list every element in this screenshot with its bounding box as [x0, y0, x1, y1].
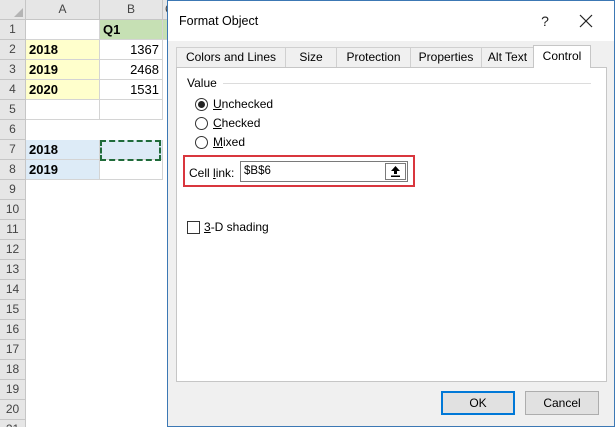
- tab-protection[interactable]: Protection: [336, 47, 411, 68]
- cell-b7[interactable]: [100, 160, 163, 180]
- cell-b6[interactable]: [100, 140, 163, 160]
- 3d-shading-option[interactable]: 3-D shading: [187, 219, 269, 235]
- row-header-20[interactable]: 20: [0, 400, 26, 420]
- control-tab-panel: Value Unchecked Checked Mixed Cell link:…: [176, 67, 607, 382]
- 3d-shading-checkbox[interactable]: [187, 220, 200, 234]
- row-header-12[interactable]: 12: [0, 240, 26, 260]
- radio-mixed[interactable]: Mixed: [195, 133, 245, 151]
- radio-unchecked-label: Unchecked: [213, 97, 274, 111]
- group-divider: [223, 83, 591, 84]
- column-header-a[interactable]: A: [26, 0, 100, 20]
- tab-control[interactable]: Control: [533, 45, 591, 68]
- radio-checked[interactable]: Checked: [195, 114, 260, 132]
- radio-checked-button[interactable]: [195, 116, 208, 130]
- radio-unchecked[interactable]: Unchecked: [195, 95, 273, 113]
- cell-b3[interactable]: 2468: [100, 60, 163, 80]
- dialog-title: Format Object: [179, 14, 259, 28]
- row-header-5[interactable]: 5: [0, 100, 26, 120]
- row-header-18[interactable]: 18: [0, 360, 26, 380]
- row-header-10[interactable]: 10: [0, 200, 26, 220]
- cell-a6[interactable]: 2018: [26, 140, 100, 160]
- tab-size[interactable]: Size: [285, 47, 337, 68]
- row-header-17[interactable]: 17: [0, 340, 26, 360]
- row-header-8[interactable]: 8: [0, 160, 26, 180]
- title-bar[interactable]: Format Object ?: [168, 1, 614, 41]
- row-header-21[interactable]: 21: [0, 420, 26, 427]
- row-header-7[interactable]: 7: [0, 140, 26, 160]
- select-all-corner[interactable]: [0, 0, 26, 20]
- value-group-label: Value: [187, 76, 217, 90]
- cell-link-label: Cell link:: [189, 166, 235, 180]
- row-header-2[interactable]: 2: [0, 40, 26, 60]
- close-icon: [579, 14, 593, 28]
- 3d-shading-label: 3-D shading: [204, 220, 269, 234]
- radio-unchecked-button[interactable]: [195, 97, 208, 111]
- close-button[interactable]: [574, 9, 598, 33]
- radio-checked-label: Checked: [213, 116, 261, 130]
- cell-a1[interactable]: [26, 20, 100, 40]
- help-button[interactable]: ?: [534, 11, 556, 31]
- radio-mixed-label: Mixed: [213, 135, 246, 149]
- row-header-3[interactable]: 3: [0, 60, 26, 80]
- cell-a3[interactable]: 2019: [26, 60, 100, 80]
- row-header-9[interactable]: 9: [0, 180, 26, 200]
- cell-a7[interactable]: 2019: [26, 160, 100, 180]
- row-header-15[interactable]: 15: [0, 300, 26, 320]
- cell-b2[interactable]: 1367: [100, 40, 163, 60]
- row-header-16[interactable]: 16: [0, 320, 26, 340]
- ok-button[interactable]: OK: [441, 391, 515, 415]
- cell-b1[interactable]: Q1: [100, 20, 163, 40]
- row-header-19[interactable]: 19: [0, 380, 26, 400]
- cell-b4[interactable]: 1531: [100, 80, 163, 100]
- radio-mixed-button[interactable]: [195, 135, 208, 149]
- row-header-4[interactable]: 4: [0, 80, 26, 100]
- row-header-1[interactable]: 1: [0, 20, 26, 40]
- cell-a5[interactable]: [26, 100, 100, 120]
- arrow-up-icon: [391, 166, 400, 177]
- cancel-button[interactable]: Cancel: [525, 391, 599, 415]
- spreadsheet: A B C 1 2 3 4 5 6 7 8 9 10 11 12 13 14 1…: [0, 0, 170, 427]
- tab-properties[interactable]: Properties: [410, 47, 482, 68]
- tab-colors-and-lines[interactable]: Colors and Lines: [176, 47, 286, 68]
- row-header-14[interactable]: 14: [0, 280, 26, 300]
- row-header-6[interactable]: 6: [0, 120, 26, 140]
- cell-a2[interactable]: 2018: [26, 40, 100, 60]
- tab-alt-text[interactable]: Alt Text: [481, 47, 534, 68]
- cell-a4[interactable]: 2020: [26, 80, 100, 100]
- column-header-b[interactable]: B: [100, 0, 163, 20]
- cell-b5[interactable]: [100, 100, 163, 120]
- collapse-dialog-button[interactable]: [385, 163, 406, 180]
- cell-link-input[interactable]: $B$6: [240, 161, 408, 182]
- format-object-dialog: Format Object ? Colors and Lines Size Pr…: [167, 0, 615, 427]
- row-header-13[interactable]: 13: [0, 260, 26, 280]
- row-header-11[interactable]: 11: [0, 220, 26, 240]
